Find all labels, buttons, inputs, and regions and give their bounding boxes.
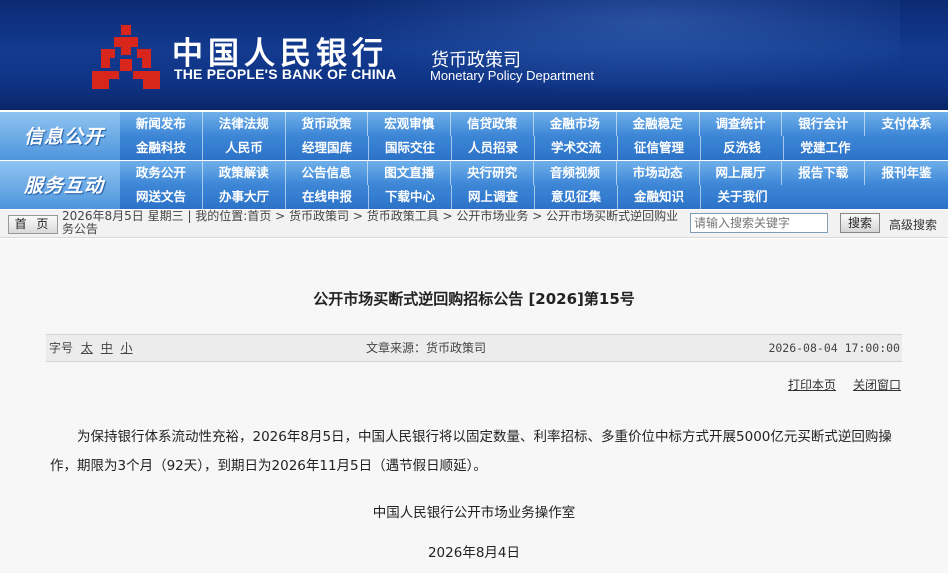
nav-item-research[interactable]: 央行研究 — [451, 161, 534, 185]
article-meta-bar: 字号 太 中 小 文章来源：货币政策司 2026-08-04 17:00:00 — [46, 334, 902, 362]
search-input[interactable] — [690, 213, 828, 233]
nav-row: 网送文告 办事大厅 在线申报 下载中心 网上调查 意见征集 金融知识 关于我们 — [120, 185, 948, 209]
nav-item-opinion-solicitation[interactable]: 意见征集 — [535, 185, 618, 209]
nav-item-macroprudential[interactable]: 宏观审慎 — [368, 112, 452, 136]
nav-item-recruitment[interactable]: 人员招录 — [452, 136, 535, 160]
pboc-logo-icon[interactable] — [92, 25, 160, 89]
nav-item-online-filing[interactable]: 在线申报 — [286, 185, 369, 209]
nav-item-credit-reference[interactable]: 征信管理 — [618, 136, 701, 160]
nav-service-title: 服务互动 — [0, 161, 120, 209]
nav-title-text: 信息公开 — [24, 126, 105, 148]
nav-item-online-exhibition[interactable]: 网上展厅 — [700, 161, 783, 185]
nav-item-rmb[interactable]: 人民币 — [203, 136, 286, 160]
font-size-label: 字号 — [49, 341, 74, 355]
close-window-link[interactable]: 关闭窗口 — [853, 376, 901, 393]
nav-item-fintech[interactable]: 金融科技 — [120, 136, 203, 160]
nav-item-laws[interactable]: 法律法规 — [203, 112, 286, 136]
nav-item-service-hall[interactable]: 办事大厅 — [203, 185, 286, 209]
nav-item-document-delivery[interactable]: 网送文告 — [120, 185, 203, 209]
nav-item-statistics[interactable]: 调查统计 — [700, 112, 783, 136]
article-body: 为保持银行体系流动性充裕，2026年8月5日，中国人民银行将以固定数量、利率招标… — [50, 429, 892, 474]
nav-item-about-us[interactable]: 关于我们 — [701, 185, 784, 209]
nav-item-announcements[interactable]: 公告信息 — [286, 161, 369, 185]
nav-row: 金融科技 人民币 经理国库 国际交往 人员招录 学术交流 征信管理 反洗钱 党建… — [120, 136, 948, 160]
nav-service-interaction: 服务互动 政务公开 政策解读 公告信息 图文直播 央行研究 音频视频 市场动态 … — [0, 161, 948, 209]
font-size-small-link[interactable]: 小 — [121, 341, 133, 355]
article-signer: 中国人民银行公开市场业务操作室 — [372, 505, 576, 521]
nav-item-monetary-policy[interactable]: 货币政策 — [286, 112, 369, 136]
header-banner: 中国人民银行 THE PEOPLE'S BANK OF CHINA 货币政策司 … — [0, 0, 948, 110]
article-source: 文章来源：货币政策司 — [366, 341, 487, 355]
nav-info-disclosure-title: 信息公开 — [0, 112, 120, 160]
article-title: 公开市场买断式逆回购招标公告 [2026]第15号 — [313, 290, 635, 308]
nav-item-international[interactable]: 国际交往 — [369, 136, 452, 160]
nav-item-accounting[interactable]: 银行会计 — [782, 112, 866, 136]
nav-item-payment-system[interactable]: 支付体系 — [865, 112, 948, 136]
nav-info-disclosure: 信息公开 新闻发布 法律法规 货币政策 宏观审慎 信贷政策 金融市场 金融稳定 … — [0, 112, 948, 160]
nav-item-financial-market[interactable]: 金融市场 — [534, 112, 617, 136]
home-button[interactable]: 首 页 — [8, 215, 58, 234]
font-size-medium-link[interactable]: 中 — [101, 341, 113, 355]
nav-item-report-download[interactable]: 报告下载 — [782, 161, 866, 185]
nav-item-academic[interactable]: 学术交流 — [535, 136, 618, 160]
bank-name-en: THE PEOPLE'S BANK OF CHINA — [174, 66, 397, 82]
nav-row: 政务公开 政策解读 公告信息 图文直播 央行研究 音频视频 市场动态 网上展厅 … — [120, 161, 948, 185]
print-page-link[interactable]: 打印本页 — [788, 376, 836, 393]
font-size-controls: 字号 太 中 小 — [49, 335, 133, 361]
nav-item-yearbook[interactable]: 报刊年鉴 — [865, 161, 948, 185]
nav-item-government-affairs[interactable]: 政务公开 — [120, 161, 203, 185]
nav-item-policy-interpretation[interactable]: 政策解读 — [203, 161, 286, 185]
department-name-en: Monetary Policy Department — [430, 68, 595, 83]
nav-row: 新闻发布 法律法规 货币政策 宏观审慎 信贷政策 金融市场 金融稳定 调查统计 … — [120, 112, 948, 136]
nav-item-anti-money-laundering[interactable]: 反洗钱 — [701, 136, 784, 160]
nav-item-market-news[interactable]: 市场动态 — [617, 161, 700, 185]
nav-item-download-center[interactable]: 下载中心 — [369, 185, 452, 209]
nav-item-party-building[interactable]: 党建工作 — [784, 136, 867, 160]
nav-title-text: 服务互动 — [24, 175, 105, 197]
search-button[interactable]: 搜索 — [840, 213, 880, 233]
article-sign-date: 2026年8月4日 — [427, 545, 521, 561]
advanced-search-link[interactable]: 高级搜索 — [889, 216, 937, 233]
nav-service-grid: 政务公开 政策解读 公告信息 图文直播 央行研究 音频视频 市场动态 网上展厅 … — [120, 161, 948, 209]
font-size-large-link[interactable]: 太 — [81, 341, 93, 355]
nav-item-treasury[interactable]: 经理国库 — [286, 136, 369, 160]
nav-item-online-survey[interactable]: 网上调查 — [452, 185, 535, 209]
nav-info-grid: 新闻发布 法律法规 货币政策 宏观审慎 信贷政策 金融市场 金融稳定 调查统计 … — [120, 112, 948, 160]
nav-item-financial-knowledge[interactable]: 金融知识 — [618, 185, 701, 209]
nav-item-credit-policy[interactable]: 信贷政策 — [451, 112, 534, 136]
nav-item-financial-stability[interactable]: 金融稳定 — [617, 112, 700, 136]
nav-item-news[interactable]: 新闻发布 — [120, 112, 203, 136]
nav-item-live[interactable]: 图文直播 — [368, 161, 452, 185]
article-date: 2026-08-04 17:00:00 — [768, 341, 900, 355]
breadcrumb[interactable]: 2026年8月5日 星期三 | 我的位置:首页 > 货币政策司 > 货币政策工具… — [62, 210, 687, 236]
nav-item-audio-video[interactable]: 音频视频 — [534, 161, 617, 185]
